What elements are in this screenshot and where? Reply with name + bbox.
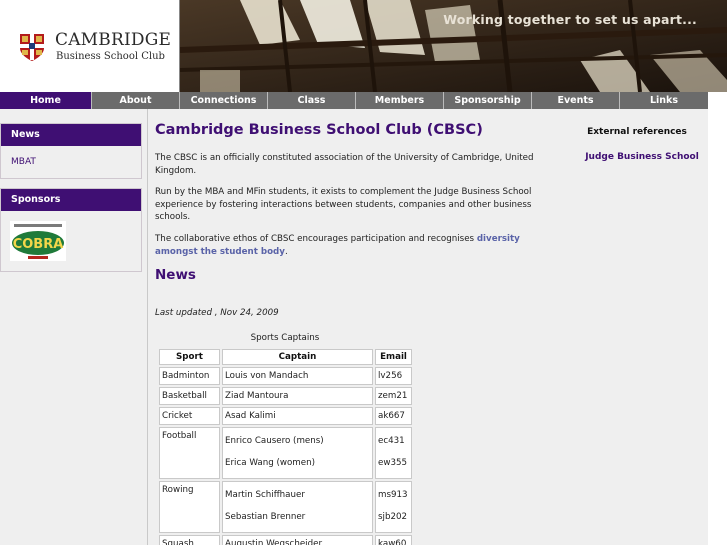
captain-cell: Enrico Causero (mens) Erica Wang (women) bbox=[222, 427, 373, 479]
email-value: ew355 bbox=[378, 458, 408, 468]
ethos-text: The collaborative ethos of CBSC encourag… bbox=[155, 234, 477, 244]
nav-about[interactable]: About bbox=[92, 92, 180, 109]
last-updated: Last updated , Nov 24, 2009 bbox=[155, 308, 279, 318]
intro-paragraph: The CBSC is an officially constituted as… bbox=[155, 153, 534, 176]
email-cell: lv256 bbox=[375, 367, 412, 385]
email-cell: kaw60 bbox=[375, 535, 412, 545]
sport-cell: Cricket bbox=[159, 407, 220, 425]
page-edge bbox=[708, 109, 727, 545]
header-photo: Working together to set us apart... bbox=[180, 0, 727, 92]
right-sidebar: External references Judge Business Schoo… bbox=[552, 109, 708, 545]
tagline: Working together to set us apart... bbox=[443, 12, 697, 27]
sport-cell: Squash bbox=[159, 535, 220, 545]
cobra-logo-text: COBRA bbox=[13, 237, 64, 252]
logo-subtitle: Business School Club bbox=[56, 51, 165, 62]
header-sport: Sport bbox=[159, 349, 220, 365]
email-cell: ak667 bbox=[375, 407, 412, 425]
nav-home[interactable]: Home bbox=[0, 92, 92, 109]
nav-sponsorship[interactable]: Sponsorship bbox=[444, 92, 532, 109]
external-references-heading: External references bbox=[587, 127, 687, 137]
logo-title: CAMBRIDGE bbox=[55, 30, 172, 50]
captain-cell: Louis von Mandach bbox=[222, 367, 373, 385]
page-title: Cambridge Business School Club (CBSC) bbox=[155, 122, 483, 138]
table-row: Rowing Martin Schiffhauer Sebastian Bren… bbox=[159, 481, 412, 533]
sponsors-heading: Sponsors bbox=[1, 189, 141, 211]
captain-name: Enrico Causero (mens) bbox=[225, 436, 324, 446]
captain-name: Sebastian Brenner bbox=[225, 512, 306, 522]
cobra-sponsor-logo[interactable]: COBRA bbox=[10, 221, 66, 261]
sport-cell: Football bbox=[159, 427, 220, 479]
table-row: Football Enrico Causero (mens) Erica Wan… bbox=[159, 427, 412, 479]
site-logo[interactable]: CAMBRIDGE Business School Club bbox=[0, 0, 180, 92]
nav-events[interactable]: Events bbox=[532, 92, 620, 109]
left-sidebar: News MBAT Sponsors COBRA bbox=[0, 109, 148, 545]
judge-business-school-link[interactable]: Judge Business School bbox=[552, 152, 727, 162]
mission-paragraph: Run by the MBA and MFin students, it exi… bbox=[155, 187, 532, 222]
email-cell: zem21 bbox=[375, 387, 412, 405]
sports-captains-table: Sport Captain Email Badminton Louis von … bbox=[157, 347, 414, 545]
captain-name: Erica Wang (women) bbox=[225, 458, 315, 468]
sponsors-box: Sponsors COBRA bbox=[0, 188, 142, 272]
email-value: ms913 bbox=[378, 490, 408, 500]
captain-cell: Martin Schiffhauer Sebastian Brenner bbox=[222, 481, 373, 533]
news-box: News MBAT bbox=[0, 123, 142, 179]
news-heading: News bbox=[1, 124, 141, 146]
email-value: ec431 bbox=[378, 436, 405, 446]
captain-cell: Ziad Mantoura bbox=[222, 387, 373, 405]
nav-links[interactable]: Links bbox=[620, 92, 708, 109]
header-captain: Captain bbox=[222, 349, 373, 365]
main-nav: Home About Connections Class Members Spo… bbox=[0, 92, 708, 109]
captain-cell: Augustin Wegscheider bbox=[222, 535, 373, 545]
email-cell: ms913 sjb202 bbox=[375, 481, 412, 533]
nav-connections[interactable]: Connections bbox=[180, 92, 268, 109]
nav-class[interactable]: Class bbox=[268, 92, 356, 109]
header-email: Email bbox=[375, 349, 412, 365]
email-value: sjb202 bbox=[378, 512, 408, 522]
main-content: Cambridge Business School Club (CBSC) Th… bbox=[148, 109, 552, 545]
captain-name: Martin Schiffhauer bbox=[225, 490, 305, 500]
captain-cell: Asad Kalimi bbox=[222, 407, 373, 425]
sport-cell: Basketball bbox=[159, 387, 220, 405]
table-caption: Sports Captains bbox=[250, 333, 320, 343]
nav-edge bbox=[708, 92, 727, 109]
ethos-paragraph: The collaborative ethos of CBSC encourag… bbox=[155, 233, 547, 258]
news-link-mbat[interactable]: MBAT bbox=[1, 146, 141, 180]
sport-cell: Rowing bbox=[159, 481, 220, 533]
site-header: CAMBRIDGE Business School Club Working t… bbox=[0, 0, 727, 92]
table-row: Cricket Asad Kalimi ak667 bbox=[159, 407, 412, 425]
university-crest-icon bbox=[20, 34, 44, 61]
ethos-end: . bbox=[284, 246, 288, 257]
table-row: Squash Augustin Wegscheider kaw60 bbox=[159, 535, 412, 545]
table-row: Basketball Ziad Mantoura zem21 bbox=[159, 387, 412, 405]
email-cell: ec431 ew355 bbox=[375, 427, 412, 479]
news-section-title: News bbox=[155, 267, 196, 283]
nav-members[interactable]: Members bbox=[356, 92, 444, 109]
sport-cell: Badminton bbox=[159, 367, 220, 385]
table-row: Badminton Louis von Mandach lv256 bbox=[159, 367, 412, 385]
